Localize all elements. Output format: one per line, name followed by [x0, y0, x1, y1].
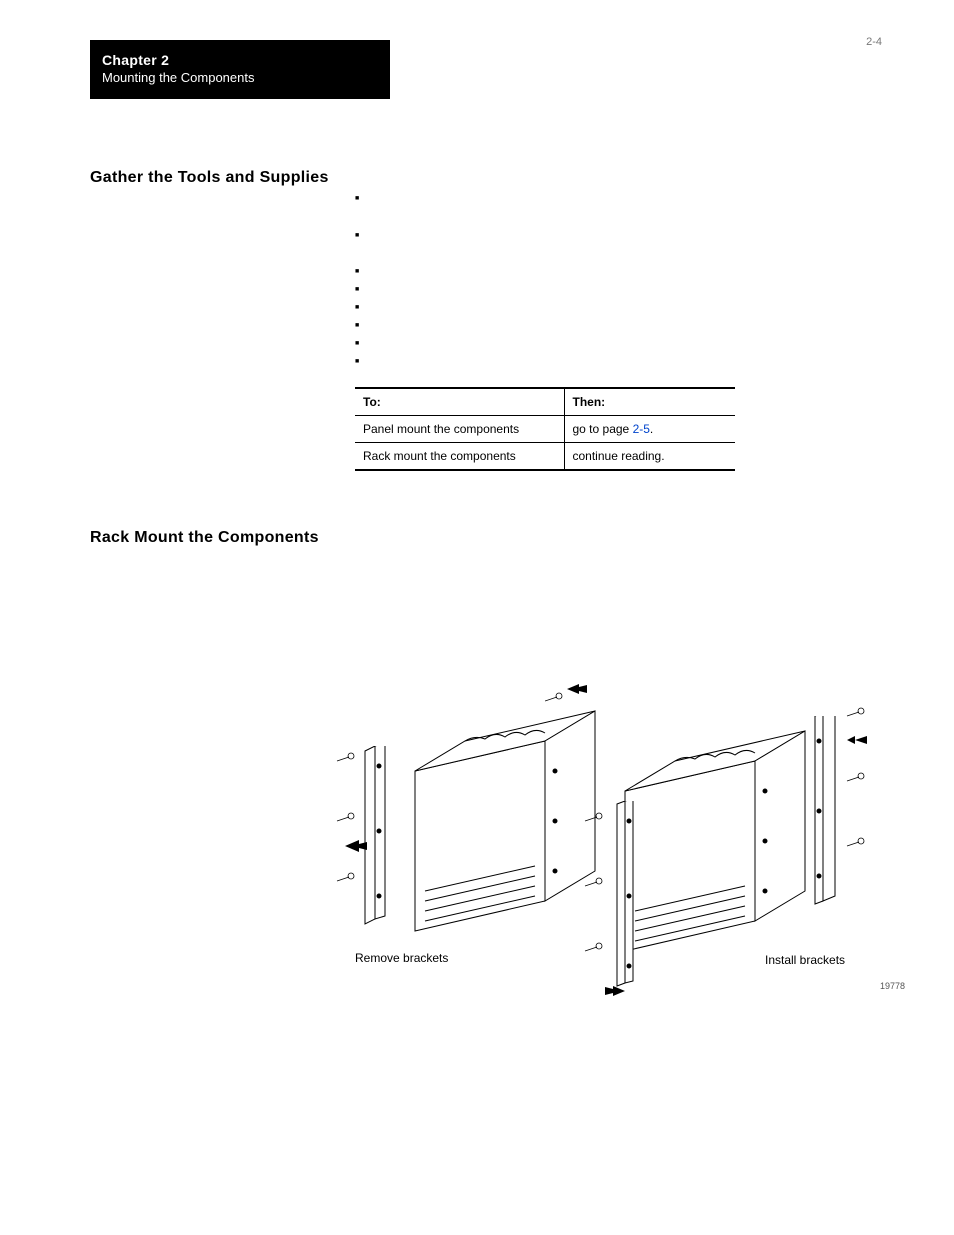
section-gather: Gather the Tools and Supplies You need t…: [90, 169, 884, 471]
figure-area: Remove brackets Install brackets 19778: [335, 651, 895, 1051]
page-number: 2-4: [866, 36, 882, 48]
table-head-row: To: Then:: [355, 388, 735, 416]
rack-para: Follow the procedure below to rack mount…: [355, 575, 895, 611]
figure-number: 19778: [880, 981, 905, 991]
fig-label-right: Install brackets: [765, 953, 845, 967]
list-item: wire tie wraps: [355, 301, 884, 319]
chapter-header: Chapter 2 Mounting the Components: [90, 40, 390, 99]
supply-list: a #1 and #2 Phillips screwdriver a small…: [355, 191, 884, 373]
left-chassis-icon: [415, 711, 565, 876]
then-pre: continue reading.: [573, 449, 665, 463]
list-item: mounting brackets (if you aren't rack-mo…: [355, 319, 884, 337]
cell-to: Panel mount the components: [355, 416, 564, 443]
list-item: mounting hardware (user-supplied): [355, 283, 884, 301]
cell-then: go to page 2-5.: [564, 416, 735, 443]
table-row: Rack mount the components continue readi…: [355, 443, 735, 471]
body-rack: You can install all three components (pr…: [355, 529, 895, 1051]
heading-gather: Gather the Tools and Supplies: [90, 169, 335, 187]
gather-intro: You need the following tools and supplie…: [355, 169, 884, 183]
chapter-subtitle: Mounting the Components: [102, 70, 378, 85]
col-to: To:: [355, 388, 564, 416]
body-gather: You need the following tools and supplie…: [355, 169, 884, 471]
screws-top-icon: [545, 681, 595, 726]
rack-para: You can install all three components (pr…: [355, 529, 895, 565]
fig-label-left: Remove brackets: [355, 951, 448, 965]
list-item: a #1 and #2 Phillips screwdriver: [355, 191, 884, 210]
navigation-table: To: Then: Panel mount the components go …: [355, 387, 735, 471]
cell-to: Rack mount the components: [355, 443, 564, 471]
screws-icon: [845, 706, 885, 911]
cell-then: continue reading.: [564, 443, 735, 471]
list-item: drill: [355, 265, 884, 283]
screws-icon: [335, 751, 375, 936]
then-post: .: [650, 422, 653, 436]
page-link[interactable]: 2-5: [633, 422, 650, 436]
screws-icon: [583, 811, 623, 1016]
list-item: a small flat-blade screwdriver: [355, 228, 884, 247]
list-item: stud or clip nuts: [355, 337, 884, 355]
col-then: Then:: [564, 388, 735, 416]
page-root: 2-4 Chapter 2 Mounting the Components Ga…: [0, 0, 954, 1235]
section-rack: Rack Mount the Components You can instal…: [90, 529, 884, 1051]
arrow-out-icon: [567, 684, 587, 694]
then-pre: go to page: [573, 422, 633, 436]
heading-rack: Rack Mount the Components: [90, 529, 335, 547]
list-item: star washers: [355, 355, 884, 373]
table-row: Panel mount the components go to page 2-…: [355, 416, 735, 443]
chapter-label: Chapter 2: [102, 52, 378, 68]
